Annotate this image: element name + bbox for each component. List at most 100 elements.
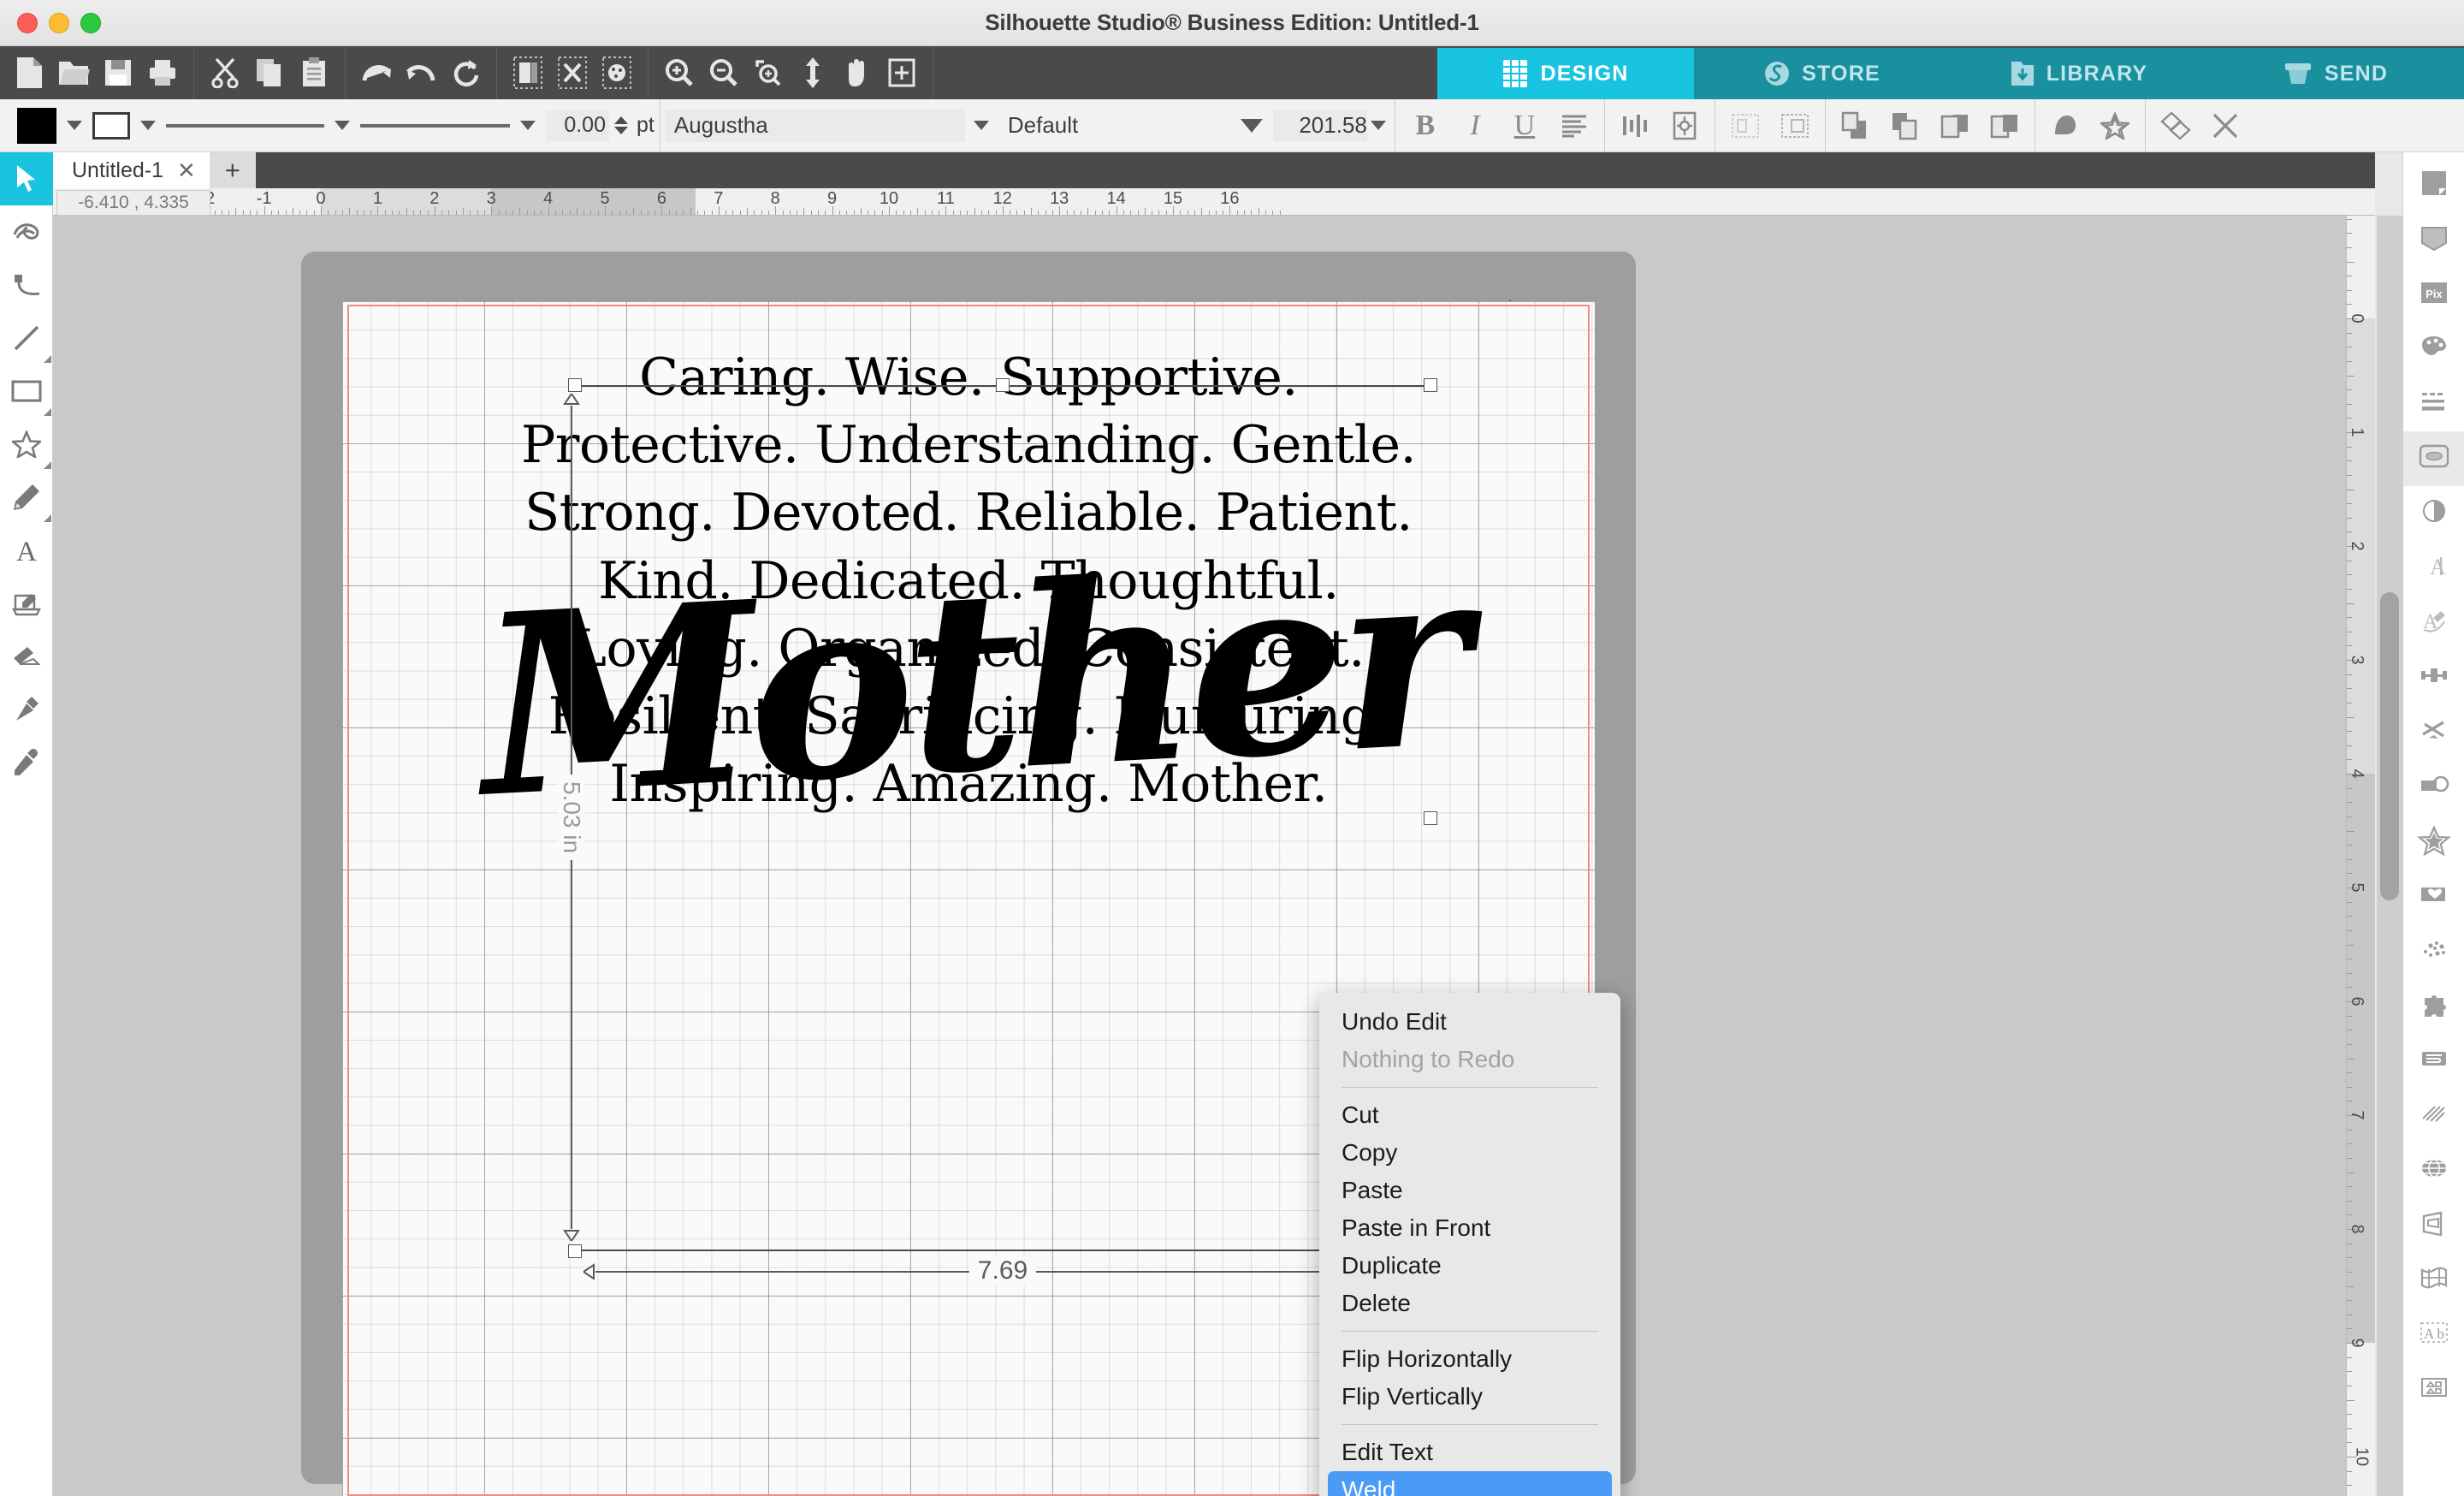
- line-color-swatch[interactable]: [92, 111, 130, 140]
- line-style-sample[interactable]: [166, 123, 324, 128]
- context-menu-item-copy[interactable]: Copy: [1319, 1134, 1620, 1172]
- stepper-up-icon[interactable]: [614, 116, 628, 124]
- design-canvas[interactable]: Caring. Wise. Supportive. Protective. Und…: [53, 216, 2346, 1496]
- tab-design[interactable]: DESIGN: [1437, 48, 1694, 99]
- ungroup-selection-button[interactable]: [1770, 104, 1820, 148]
- font-size-chevron-down-icon[interactable]: [1370, 121, 1386, 130]
- polygon-tool-flyout-icon[interactable]: [43, 461, 51, 469]
- fit-window-button[interactable]: [791, 50, 835, 95]
- context-menu-item-paste-in-front[interactable]: Paste in Front: [1319, 1209, 1620, 1247]
- zoom-selection-button[interactable]: [746, 50, 791, 95]
- context-menu-item-flip-vertically[interactable]: Flip Vertically: [1319, 1378, 1620, 1416]
- edit-points-tool[interactable]: [0, 205, 53, 258]
- page-setup-panel[interactable]: [2403, 157, 2464, 212]
- fill-color-swatch[interactable]: [17, 107, 56, 144]
- filled-shape-button[interactable]: [2040, 104, 2090, 148]
- context-menu-item-cut[interactable]: Cut: [1319, 1096, 1620, 1134]
- canvas-context-menu[interactable]: Undo Edit Nothing to Redo Cut Copy Paste Past…: [1319, 993, 1620, 1496]
- knife-node-tool[interactable]: [0, 258, 53, 312]
- selection-bounding-box[interactable]: [568, 378, 1437, 1258]
- paste-button[interactable]: [292, 50, 336, 95]
- eyedropper-tool[interactable]: [0, 736, 53, 789]
- cut-settings-button[interactable]: [506, 50, 550, 95]
- trace-panel[interactable]: [2403, 815, 2464, 870]
- warp-panel[interactable]: [2403, 1143, 2464, 1198]
- line-style-panel[interactable]: [2403, 377, 2464, 431]
- vertical-ruler[interactable]: -1012345678910: [2346, 216, 2375, 1496]
- refresh-button[interactable]: [443, 50, 488, 95]
- line-spacing-button[interactable]: [1660, 104, 1709, 148]
- note-edit-tool[interactable]: [0, 577, 53, 630]
- shapes-panel[interactable]: [2403, 1362, 2464, 1417]
- zoom-out-button[interactable]: [702, 50, 746, 95]
- pencil-draw-tool[interactable]: [0, 471, 53, 524]
- context-menu-item-duplicate[interactable]: Duplicate: [1319, 1247, 1620, 1285]
- fill-color-panel[interactable]: [2403, 322, 2464, 377]
- group-selection-button[interactable]: [1721, 104, 1770, 148]
- font-name-chevron-down-icon[interactable]: [973, 121, 989, 130]
- line-width-stepper[interactable]: [614, 116, 628, 134]
- context-menu-item-paste[interactable]: Paste: [1319, 1172, 1620, 1209]
- polygon-star-tool[interactable]: [0, 418, 53, 471]
- nest-panel[interactable]: A b: [2403, 1308, 2464, 1362]
- context-menu-item-flip-horizontally[interactable]: Flip Horizontally: [1319, 1340, 1620, 1378]
- rhinestone-panel[interactable]: [2403, 924, 2464, 979]
- bring-to-front-button[interactable]: [1831, 104, 1881, 148]
- text-on-path-panel[interactable]: A: [2403, 596, 2464, 650]
- tab-store[interactable]: STORE: [1694, 48, 1951, 99]
- fit-page-button[interactable]: [880, 50, 924, 95]
- no-cut-button[interactable]: [550, 50, 595, 95]
- cutting-mat-panel[interactable]: [2403, 212, 2464, 267]
- tab-library[interactable]: LIBRARY: [1951, 48, 2207, 99]
- text-style-panel[interactable]: A: [2403, 541, 2464, 596]
- bold-button[interactable]: B: [1401, 104, 1450, 148]
- modify-panel[interactable]: [2403, 705, 2464, 760]
- pixscan-panel[interactable]: Pix: [2403, 267, 2464, 322]
- scrollbar-thumb[interactable]: [2380, 592, 2399, 900]
- cut-button[interactable]: [203, 50, 247, 95]
- knife-print-panel[interactable]: [2403, 1034, 2464, 1089]
- line-weight-chevron-down-icon[interactable]: [520, 121, 536, 130]
- line-width-input[interactable]: [546, 110, 609, 141]
- selection-handle-middle-right[interactable]: [1424, 811, 1437, 825]
- new-document-button[interactable]: [7, 50, 51, 95]
- document-tab-untitled-1[interactable]: Untitled-1 ✕: [53, 152, 210, 188]
- align-panel[interactable]: [2403, 650, 2464, 705]
- perspective-panel[interactable]: [2403, 1198, 2464, 1253]
- transparency-panel[interactable]: [2403, 486, 2464, 541]
- redo-button[interactable]: [399, 50, 443, 95]
- fill-color-chevron-down-icon[interactable]: [67, 121, 82, 130]
- tab-send[interactable]: SEND: [2207, 48, 2464, 99]
- rectangle-tool-flyout-icon[interactable]: [43, 408, 51, 416]
- conical-warp-panel[interactable]: [2403, 1253, 2464, 1308]
- bring-forward-button[interactable]: [1881, 104, 1930, 148]
- knife-blade-tool[interactable]: [0, 683, 53, 736]
- font-name-input[interactable]: [665, 109, 965, 142]
- line-weight-sample[interactable]: [360, 123, 510, 128]
- line-tool-flyout-icon[interactable]: [43, 355, 51, 363]
- context-menu-item-weld[interactable]: Weld: [1328, 1471, 1612, 1496]
- line-style-chevron-down-icon[interactable]: [335, 121, 350, 130]
- stepper-down-icon[interactable]: [614, 127, 628, 134]
- context-menu-item-edit-text[interactable]: Edit Text: [1319, 1434, 1620, 1471]
- offset-panel[interactable]: [2403, 760, 2464, 815]
- add-tab-button[interactable]: +: [209, 152, 256, 188]
- zoom-in-button[interactable]: [657, 50, 702, 95]
- font-style-chevron-down-icon[interactable]: [1240, 118, 1263, 133]
- context-menu-item-undo-edit[interactable]: Undo Edit: [1319, 1003, 1620, 1041]
- line-tool[interactable]: [0, 312, 53, 365]
- open-folder-button[interactable]: [51, 50, 96, 95]
- context-menu-item-delete[interactable]: Delete: [1319, 1285, 1620, 1322]
- eraser-tool[interactable]: [0, 630, 53, 683]
- selection-handle-top-center[interactable]: [996, 378, 1010, 392]
- pencil-tool-flyout-icon[interactable]: [43, 514, 51, 522]
- font-size-input[interactable]: [1272, 110, 1367, 141]
- send-backward-button[interactable]: [1930, 104, 1980, 148]
- undo-button[interactable]: [354, 50, 399, 95]
- save-document-button[interactable]: [96, 50, 140, 95]
- print-and-cut-button[interactable]: [595, 50, 639, 95]
- close-tab-icon[interactable]: ✕: [177, 157, 196, 184]
- hand-pan-button[interactable]: [835, 50, 880, 95]
- character-spacing-button[interactable]: [1610, 104, 1660, 148]
- selection-handle-top-left[interactable]: [568, 378, 582, 392]
